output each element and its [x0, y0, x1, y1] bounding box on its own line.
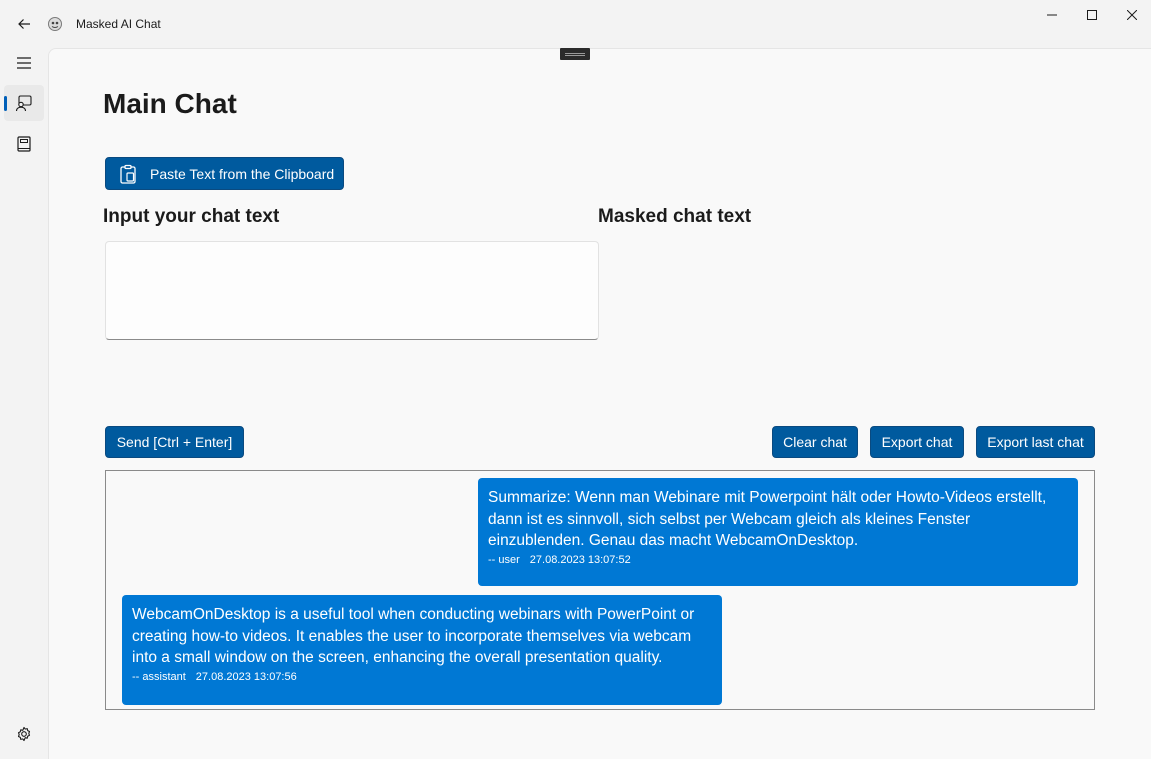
input-label: Input your chat text — [103, 206, 280, 227]
nav-item-main-chat[interactable] — [4, 85, 44, 121]
drag-handle[interactable] — [560, 48, 590, 60]
nav-item-book[interactable] — [4, 126, 44, 162]
message-timestamp: 27.08.2023 13:07:56 — [195, 670, 297, 683]
masked-text-label: Masked chat text — [598, 206, 752, 227]
message-author: -- user — [488, 553, 520, 566]
title-bar — [0, 0, 1151, 48]
nav-menu-toggle[interactable] — [4, 45, 44, 81]
close-button[interactable] — [1109, 0, 1151, 30]
gear-icon — [17, 726, 31, 742]
paste-from-clipboard-button[interactable]: Paste Text from the Clipboard — [105, 157, 344, 190]
message-timestamp: 27.08.2023 13:07:52 — [529, 553, 631, 566]
message-text: WebcamOnDesktop is a useful tool when co… — [132, 606, 695, 666]
clear-chat-button[interactable]: Clear chat — [772, 426, 858, 458]
export-chat-button[interactable]: Export chat — [870, 426, 964, 458]
hamburger-menu-icon — [17, 57, 31, 69]
maximize-icon — [1087, 10, 1097, 20]
nav-item-settings[interactable] — [4, 716, 44, 752]
send-button[interactable]: Send [Ctrl + Enter] — [105, 426, 244, 458]
message-author: -- assistant — [132, 670, 186, 683]
back-button[interactable] — [10, 10, 38, 38]
chat-message-assistant: WebcamOnDesktop is a useful tool when co… — [122, 595, 722, 705]
book-icon — [17, 136, 31, 152]
chat-person-icon — [15, 95, 32, 112]
close-icon — [1127, 10, 1137, 20]
back-arrow-icon — [18, 19, 30, 29]
chat-text-input[interactable] — [105, 241, 599, 340]
nav-selection-indicator — [4, 96, 7, 111]
message-meta: -- user 27.08.2023 13:07:52 — [488, 552, 1068, 568]
app-title: Masked AI Chat — [76, 17, 161, 31]
export-last-chat-button[interactable]: Export last chat — [976, 426, 1095, 458]
clipboard-icon — [120, 164, 136, 184]
message-meta: -- assistant 27.08.2023 13:07:56 — [132, 669, 712, 685]
app-logo-icon — [48, 17, 62, 31]
message-text: Summarize: Wenn man Webinare mit Powerpo… — [488, 489, 1047, 549]
minimize-icon — [1047, 14, 1057, 16]
page-title: Main Chat — [103, 88, 237, 119]
chat-message-user: Summarize: Wenn man Webinare mit Powerpo… — [478, 478, 1078, 586]
paste-button-label: Paste Text from the Clipboard — [150, 165, 335, 182]
